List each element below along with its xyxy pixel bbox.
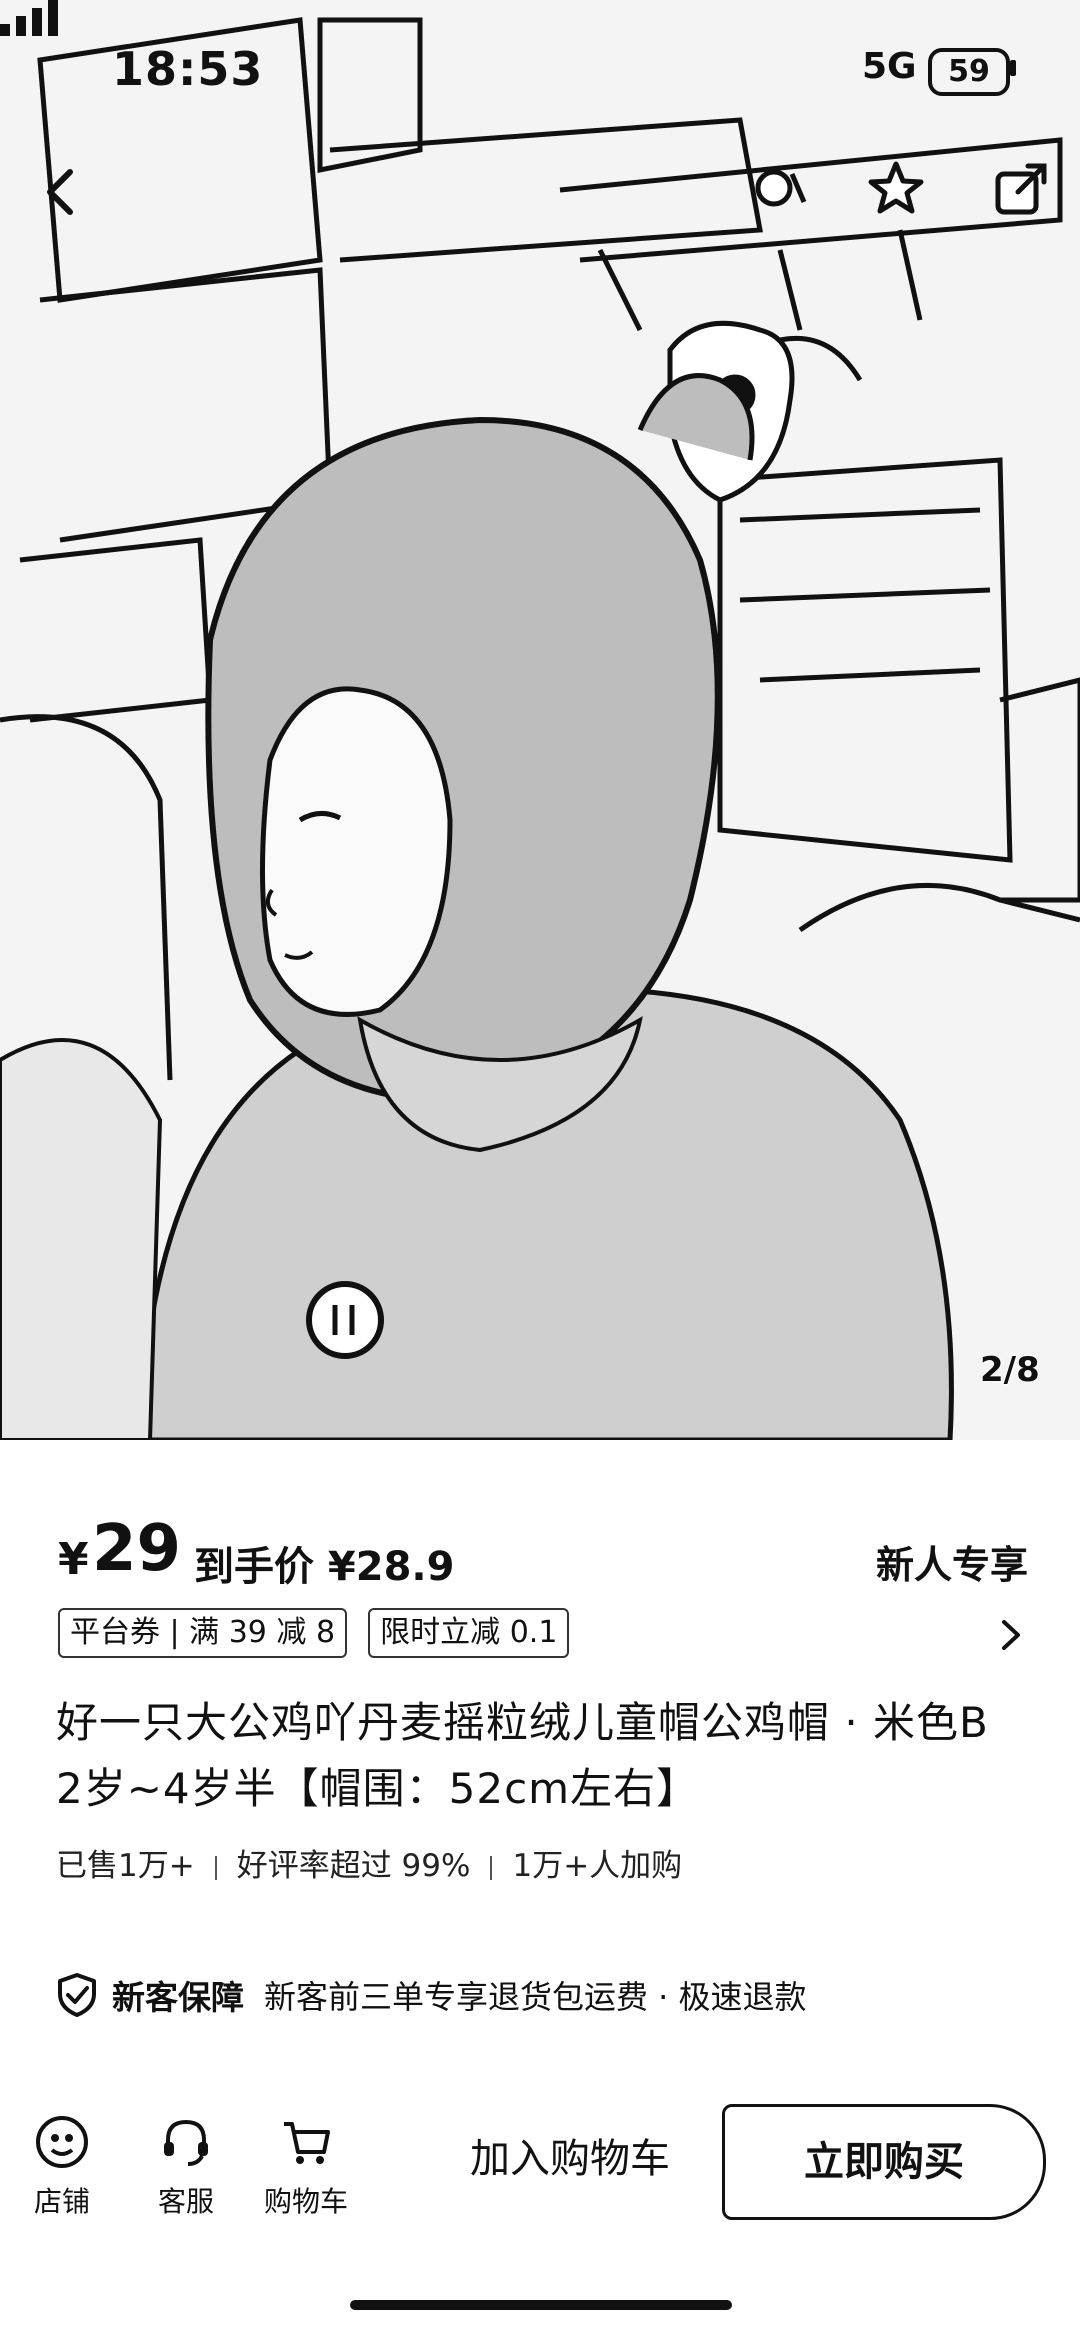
status-bar: 18:53 5G 59 — [0, 0, 1080, 150]
cart-nav-button[interactable]: 购物车 — [256, 2114, 356, 2220]
cart-nav-label: 购物车 — [263, 2185, 348, 2218]
sold-count: 已售1万+ — [56, 1848, 195, 1884]
store-icon — [36, 2116, 88, 2168]
final-price: 到手价 ¥28.9 — [194, 1544, 455, 1590]
product-title: 好一只大公鸡吖丹麦摇粒绒儿童帽公鸡帽 · 米色B 2岁~4岁半【帽围：52cm左… — [56, 1698, 989, 1813]
status-time: 18:53 — [112, 42, 264, 96]
product-image-gallery[interactable]: 18:53 5G 59 2/8 — [0, 0, 1080, 1440]
store-label: 店铺 — [33, 2185, 90, 2218]
customer-service-label: 客服 — [157, 2185, 214, 2218]
battery-icon: 59 — [928, 48, 1010, 96]
divider — [214, 1855, 217, 1880]
headset-icon — [164, 2119, 208, 2166]
price-currency: ¥ — [58, 1534, 89, 1585]
buy-now-button[interactable]: 立即购买 — [722, 2104, 1046, 2220]
store-button[interactable]: 店铺 — [12, 2114, 112, 2220]
customer-service-button[interactable]: 客服 — [136, 2114, 236, 2220]
shopping-cart-icon — [284, 2122, 330, 2164]
brand-logo-icon[interactable] — [748, 156, 812, 220]
cart-count: 1万+人加购 — [512, 1848, 683, 1884]
battery-tip — [1010, 60, 1016, 76]
network-type: 5G — [862, 46, 917, 87]
signal-icon — [0, 0, 58, 36]
shield-check-icon — [58, 1973, 96, 2017]
favorite-star-icon[interactable] — [864, 156, 928, 220]
add-to-cart-button[interactable]: 加入购物车 — [420, 2100, 720, 2218]
battery-level: 59 — [948, 54, 990, 89]
gallery-pager: 2/8 — [980, 1350, 1040, 1390]
price-row: ¥ 29 到手价 ¥28.9 新人专享 — [58, 1512, 1028, 1590]
guarantee-title: 新客保障 — [112, 1978, 244, 2017]
newbie-exclusive-label[interactable]: 新人专享 — [876, 1534, 1028, 1589]
price-amount: 29 — [92, 1512, 182, 1586]
limited-discount-tag[interactable]: 限时立减 0.1 — [368, 1608, 570, 1658]
platform-coupon-tag[interactable]: 平台券 | 满 39 减 8 — [58, 1608, 348, 1658]
chevron-right-icon[interactable] — [994, 1618, 1028, 1652]
guarantee-text: 新客前三单专享退货包运费 · 极速退款 — [264, 1978, 807, 2016]
sales-stats: 已售1万+ 好评率超过 99% 1万+人加购 — [56, 1840, 682, 1885]
new-customer-guarantee[interactable]: 新客保障 新客前三单专享退货包运费 · 极速退款 — [56, 1970, 807, 2020]
coupon-tags[interactable]: 平台券 | 满 39 减 8 限时立减 0.1 — [58, 1608, 585, 1660]
positive-rate: 好评率超过 99% — [236, 1848, 471, 1884]
divider — [490, 1855, 493, 1880]
home-indicator[interactable] — [350, 2300, 732, 2310]
back-icon[interactable] — [30, 160, 94, 224]
share-icon[interactable] — [990, 156, 1054, 220]
bottom-action-bar: 店铺 客服 购物车 加入购物车 立即购买 — [0, 2100, 1080, 2240]
